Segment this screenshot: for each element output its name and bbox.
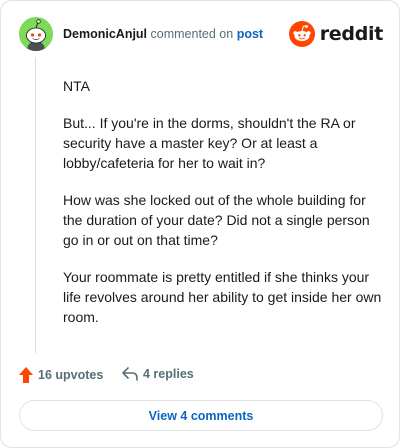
comment-paragraph: NTA bbox=[63, 78, 90, 94]
reddit-logo-icon bbox=[288, 21, 315, 47]
brand-wordmark: reddit bbox=[319, 23, 384, 45]
comment-body: NTA But... If you're in the dorms, shoul… bbox=[63, 76, 383, 344]
reply-count: 4 replies bbox=[143, 367, 194, 381]
comment-paragraph: But... If you're in the dorms, shouldn't… bbox=[63, 115, 356, 171]
byline-verb: commented on bbox=[150, 27, 234, 41]
post-link[interactable]: post bbox=[237, 27, 263, 41]
replies-button[interactable]: 4 replies bbox=[122, 367, 194, 381]
upvote-arrow-icon bbox=[19, 367, 33, 383]
upvote-button[interactable]: 16 upvotes bbox=[19, 367, 103, 383]
upvote-count: 16 upvotes bbox=[38, 368, 104, 382]
comment-paragraph: Your roommate is pretty entitled if she … bbox=[63, 269, 382, 325]
view-comments-button[interactable]: View 4 comments bbox=[19, 400, 383, 431]
reply-arrow-icon bbox=[122, 367, 138, 381]
comment-paragraph: How was she locked out of the whole buil… bbox=[63, 192, 370, 248]
reddit-brand[interactable]: reddit bbox=[288, 21, 384, 47]
comment-header: DemonicAnjul commented on post reddit bbox=[19, 17, 383, 53]
comment-card: DemonicAnjul commented on post reddit NT… bbox=[0, 0, 400, 448]
username-link[interactable]: DemonicAnjul bbox=[63, 27, 147, 41]
snoo-avatar-icon[interactable] bbox=[19, 17, 53, 51]
thread-line bbox=[35, 57, 36, 353]
comment-byline: DemonicAnjul commented on post bbox=[63, 26, 263, 42]
